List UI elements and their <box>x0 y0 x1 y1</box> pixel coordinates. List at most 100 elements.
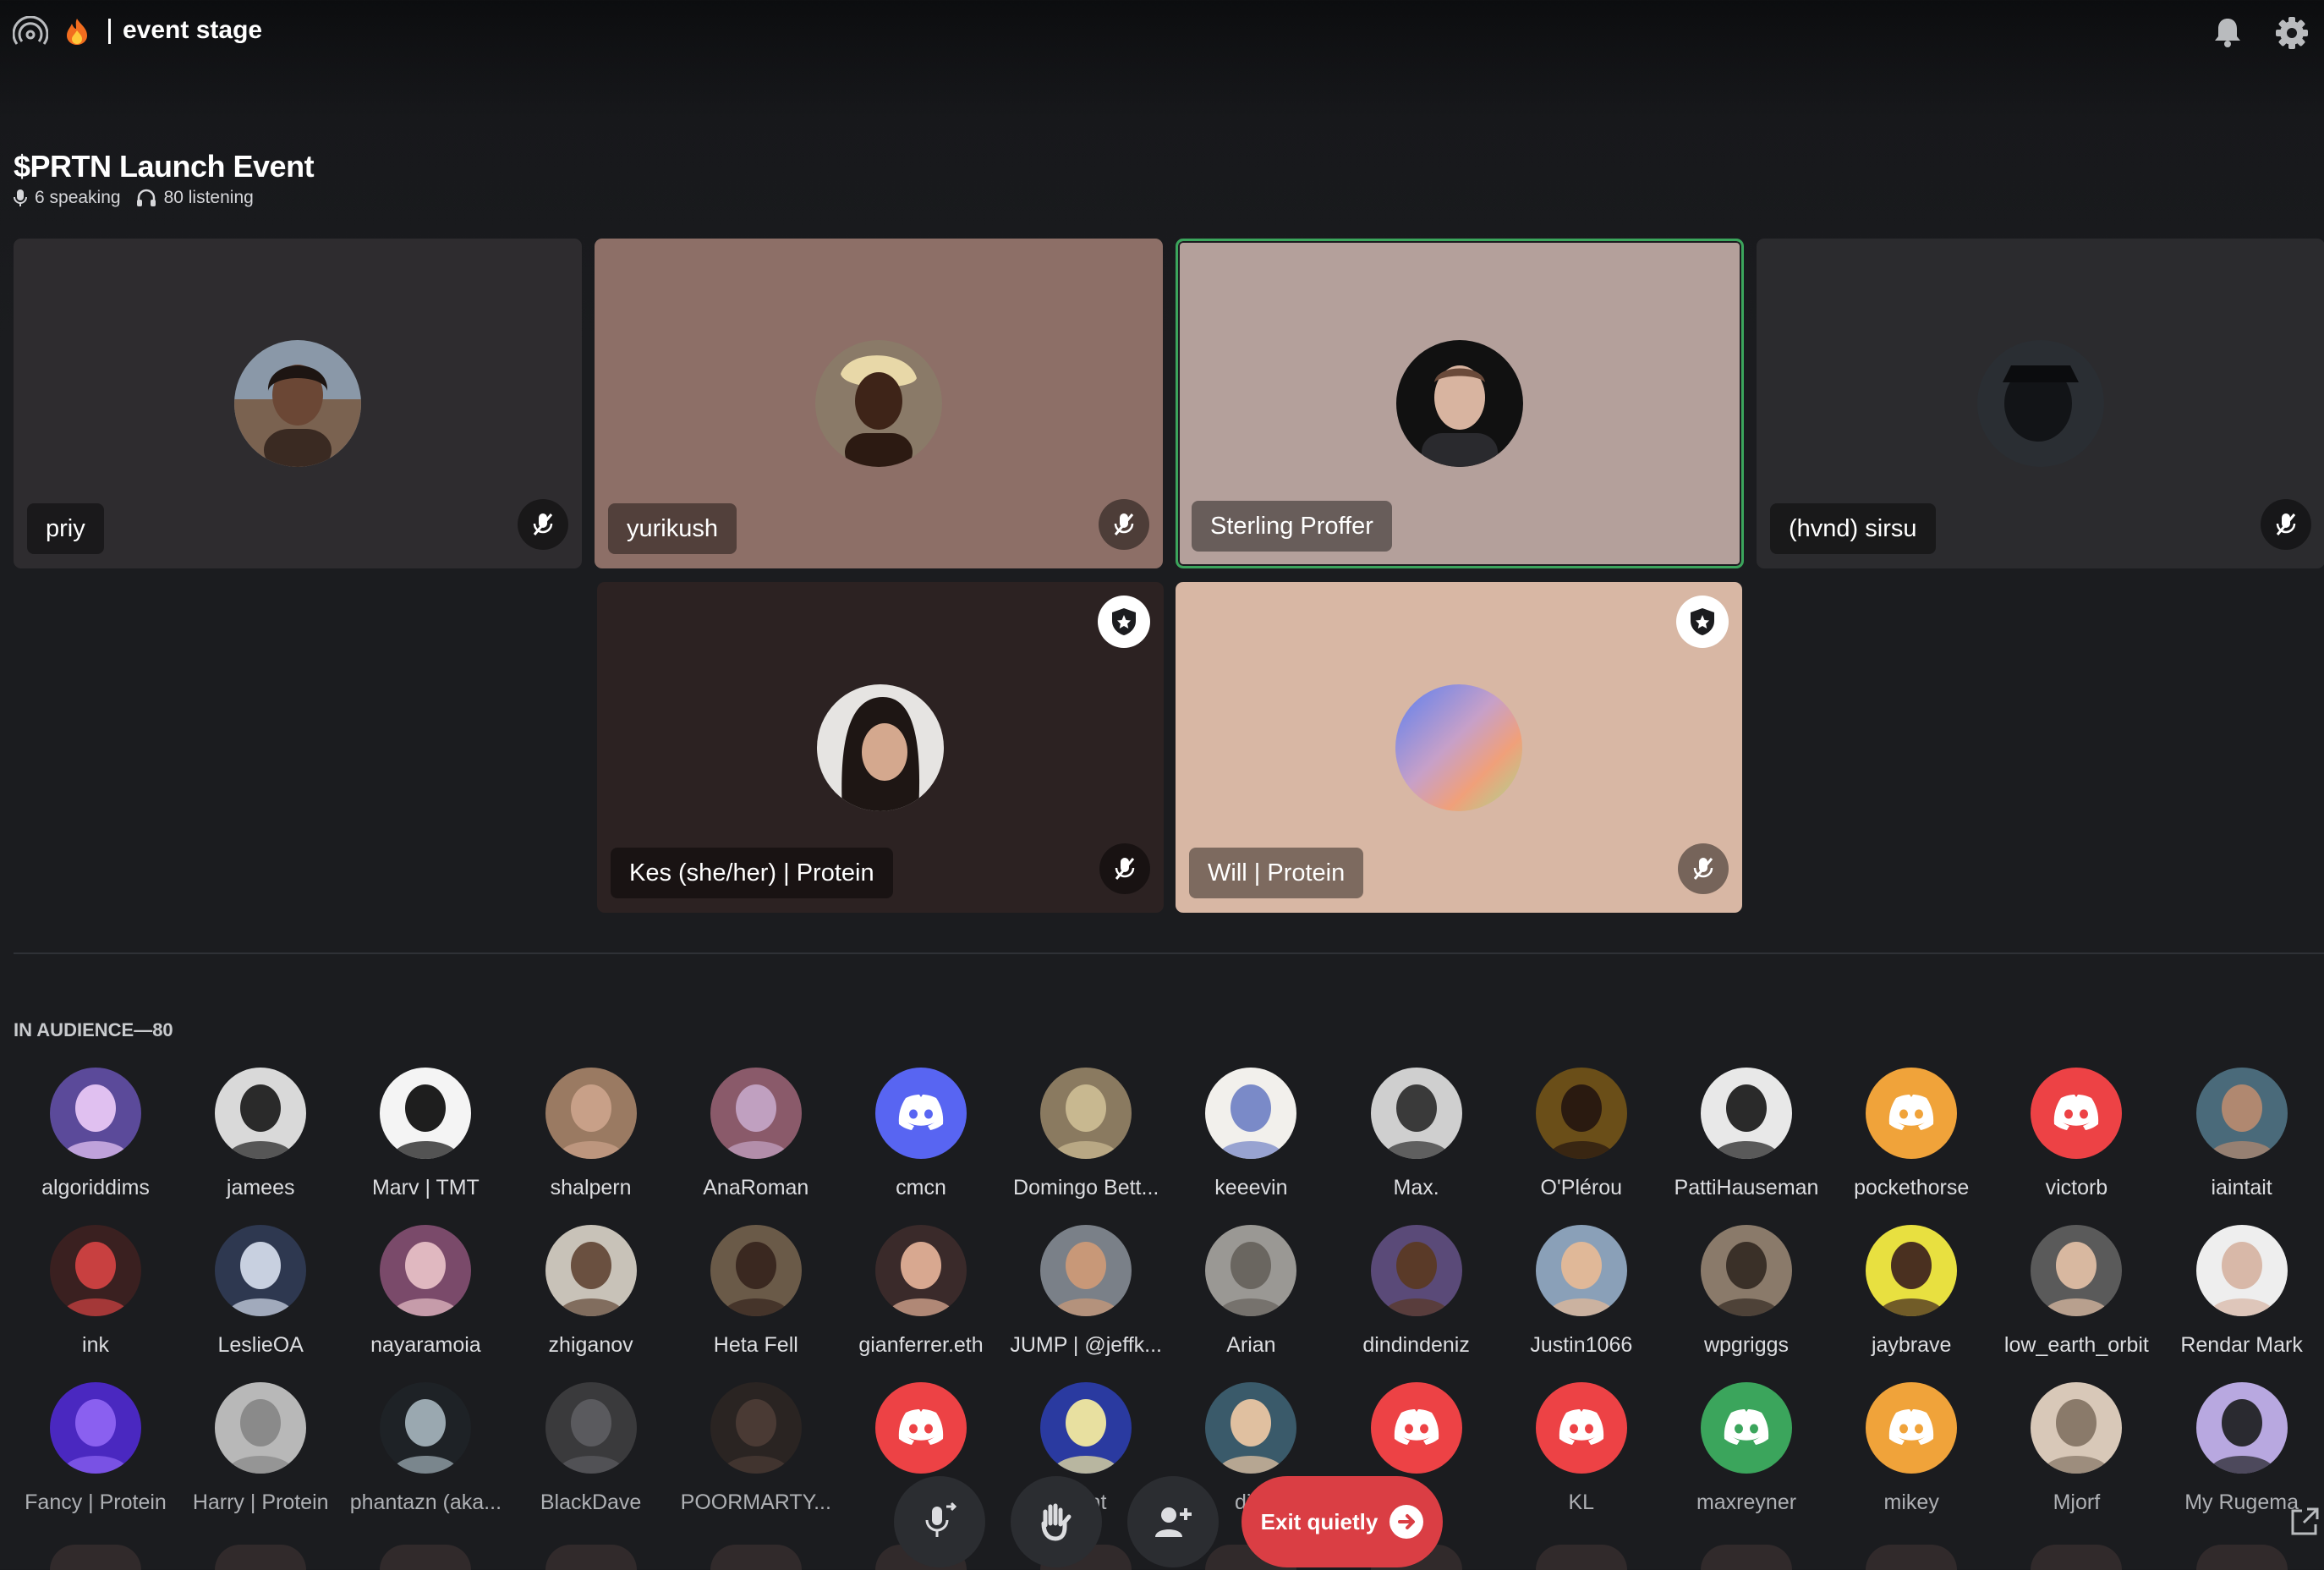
audience-member[interactable]: pockethorse <box>1829 1068 1993 1200</box>
avatar <box>2195 1068 2288 1159</box>
audience-member[interactable]: Marv | TMT <box>343 1068 507 1200</box>
audience-member-name: low_earth_orbit <box>2003 1333 2149 1357</box>
audience-avatar-partial[interactable] <box>380 1545 472 1570</box>
speaker-tile[interactable]: Will | Protein <box>1176 582 1742 913</box>
audience-member[interactable]: phantazn (aka... <box>343 1382 507 1515</box>
stage-stats: 6 speaking 80 listening <box>14 188 254 208</box>
audience-member-name: zhiganov <box>548 1333 633 1357</box>
audience-member[interactable]: gianferrer.eth <box>839 1225 1003 1358</box>
bell-icon[interactable] <box>2211 15 2245 49</box>
avatar <box>50 1225 141 1316</box>
audience-member-name: algoriddims <box>41 1176 150 1199</box>
audience-avatar-partial[interactable] <box>1866 1545 1958 1570</box>
audience-member[interactable]: Rendar Mark <box>2160 1225 2324 1358</box>
audience-member-name: BlackDave <box>540 1490 642 1514</box>
speaker-tile[interactable]: (hvnd) sirsu <box>1757 239 2324 568</box>
audience-member[interactable]: shalpern <box>509 1068 673 1200</box>
audience-member[interactable]: Harry | Protein <box>178 1382 343 1515</box>
audience-member[interactable]: Mjorf <box>1994 1382 2158 1515</box>
audience-member[interactable]: Heta Fell <box>674 1225 838 1358</box>
move-to-audience-button[interactable] <box>894 1476 985 1567</box>
audience-member-name: pockethorse <box>1854 1176 1970 1199</box>
title-separator <box>108 19 111 44</box>
avatar <box>1370 1225 1462 1316</box>
speaker-tile[interactable]: yurikush <box>595 239 1163 568</box>
audience-member[interactable]: victorb <box>1994 1068 2158 1200</box>
audience-member-name: phantazn (aka... <box>349 1490 502 1514</box>
muted-mic-icon <box>2261 499 2311 550</box>
speaker-tile[interactable]: priy <box>14 239 582 568</box>
audience-member[interactable]: jamees <box>178 1068 343 1200</box>
avatar <box>1205 1382 1297 1474</box>
audience-member[interactable]: Domingo Bett... <box>1004 1068 1168 1200</box>
audience-member[interactable]: low_earth_orbit <box>1994 1225 2158 1358</box>
audience-member[interactable]: zhiganov <box>509 1225 673 1358</box>
audience-member[interactable]: ink <box>14 1225 178 1358</box>
avatar <box>817 683 944 811</box>
audience-member-name: JUMP | @jeffk... <box>1010 1333 1162 1357</box>
section-divider <box>14 952 2324 954</box>
audience-member[interactable]: Justin1066 <box>1499 1225 1664 1358</box>
audience-member[interactable]: JUMP | @jeffk... <box>1004 1225 1168 1358</box>
audience-member-name: victorb <box>2045 1176 2108 1199</box>
audience-member[interactable]: iaintait <box>2160 1068 2324 1200</box>
audience-member[interactable]: AnaRoman <box>674 1068 838 1200</box>
exit-quietly-button[interactable]: Exit quietly <box>1241 1476 1443 1567</box>
audience-member-name: jamees <box>226 1176 295 1199</box>
audience-avatar-partial[interactable] <box>1701 1545 1792 1570</box>
audience-avatar-partial[interactable] <box>2195 1545 2288 1570</box>
avatar <box>1040 1382 1132 1474</box>
audience-avatar-partial[interactable] <box>50 1545 141 1570</box>
audience-avatar-partial[interactable] <box>215 1545 307 1570</box>
avatar <box>380 1225 472 1316</box>
audience-avatar-partial[interactable] <box>710 1545 802 1570</box>
avatar <box>1370 1382 1462 1474</box>
audience-member[interactable]: dindindeniz <box>1335 1225 1499 1358</box>
audience-member[interactable]: O'Plérou <box>1499 1068 1664 1200</box>
popout-icon[interactable] <box>2288 1506 2321 1542</box>
audience-member-name: Max. <box>1393 1176 1439 1199</box>
raise-hand-button[interactable] <box>1011 1476 1102 1567</box>
audience-member[interactable]: maxreyner <box>1664 1382 1828 1515</box>
audience-member[interactable]: Arian <box>1169 1225 1333 1358</box>
audience-member[interactable]: PattiHauseman <box>1664 1068 1828 1200</box>
audience-member-name: iaintait <box>2211 1176 2272 1199</box>
audience-member-name: cmcn <box>896 1176 946 1199</box>
audience-member[interactable]: My Rugema <box>2160 1382 2324 1515</box>
audience-member[interactable]: Fancy | Protein <box>14 1382 178 1515</box>
audience-member[interactable]: keeevin <box>1169 1068 1333 1200</box>
avatar <box>1040 1068 1132 1159</box>
audience-avatar-partial[interactable] <box>545 1545 637 1570</box>
audience-member-name: O'Plérou <box>1540 1176 1623 1199</box>
audience-member[interactable]: nayaramoia <box>343 1225 507 1358</box>
avatar <box>215 1225 307 1316</box>
audience-member[interactable]: Max. <box>1335 1068 1499 1200</box>
audience-member[interactable]: POORMARTY... <box>674 1382 838 1515</box>
audience-member[interactable]: BlackDave <box>509 1382 673 1515</box>
avatar <box>1396 340 1523 467</box>
speaker-tile[interactable]: Kes (she/her) | Protein <box>597 582 1164 913</box>
avatar <box>1701 1225 1792 1316</box>
speaker-tile-speaking[interactable]: Sterling Proffer <box>1176 239 1744 568</box>
audience-member[interactable]: algoriddims <box>14 1068 178 1200</box>
avatar <box>1535 1068 1627 1159</box>
audience-member[interactable]: wpgriggs <box>1664 1225 1828 1358</box>
speaker-name: Sterling Proffer <box>1192 501 1392 552</box>
avatar <box>710 1068 802 1159</box>
speaker-name: priy <box>27 503 104 554</box>
audience-avatar-partial[interactable] <box>1535 1545 1627 1570</box>
invite-button[interactable] <box>1127 1476 1219 1567</box>
gear-icon[interactable] <box>2273 14 2310 52</box>
audience-member[interactable]: jaybrave <box>1829 1225 1993 1358</box>
audience-avatar-partial[interactable] <box>2031 1545 2123 1570</box>
audience-member[interactable]: KL <box>1499 1382 1664 1515</box>
audience-member-name: shalpern <box>550 1176 632 1199</box>
audience-member[interactable]: mikey <box>1829 1382 1993 1515</box>
stage-title: $PRTN Launch Event <box>14 149 315 184</box>
avatar <box>215 1068 307 1159</box>
audience-member[interactable]: LeslieOA <box>178 1225 343 1358</box>
audience-member[interactable]: cmcn <box>839 1068 1003 1200</box>
avatar <box>234 340 361 467</box>
audience-header: IN AUDIENCE—80 <box>14 1019 173 1040</box>
audience-member-name: AnaRoman <box>703 1176 809 1199</box>
